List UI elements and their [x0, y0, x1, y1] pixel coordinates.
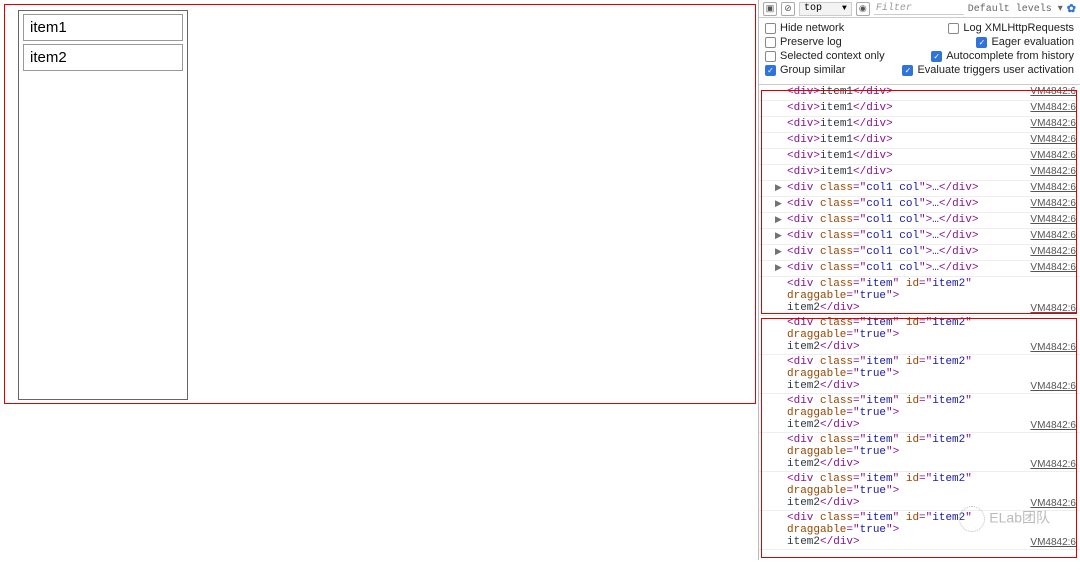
console-log-row[interactable]: ▶<div class="col1 col">…</div>VM4842:6 — [759, 213, 1080, 229]
console-log-row[interactable]: ▶<div class="col1 col">…</div>VM4842:6 — [759, 261, 1080, 277]
hide-network-checkbox[interactable]: Hide network — [765, 22, 844, 34]
log-source-link[interactable]: VM4842:6 — [1030, 150, 1076, 161]
element-picker-icon[interactable]: ▣ — [763, 2, 777, 16]
devtools-console: ▣ ⊘ top▼ ◉ Filter Default levels ▾ ✿ Hid… — [758, 0, 1080, 560]
log-source-link[interactable]: VM4842:6 — [1030, 246, 1076, 257]
console-log-row[interactable]: <div>item1</div>VM4842:6 — [759, 149, 1080, 165]
log-source-link[interactable]: VM4842:6 — [1030, 102, 1076, 113]
log-source-link[interactable]: VM4842:6 — [1030, 86, 1076, 97]
console-log-row[interactable]: <div class="item" id="item2" draggable="… — [759, 277, 1080, 316]
log-source-link[interactable]: VM4842:6 — [1030, 420, 1076, 431]
console-log-row[interactable]: <div class="item" id="item2" draggable="… — [759, 316, 1080, 355]
console-log-row[interactable]: <div class="item" id="item2" draggable="… — [759, 433, 1080, 472]
log-source-link[interactable]: VM4842:6 — [1030, 118, 1076, 129]
console-output[interactable]: <div>item1</div>VM4842:6<div>item1</div>… — [759, 85, 1080, 550]
log-xhr-checkbox[interactable]: Log XMLHttpRequests — [948, 22, 1074, 34]
console-log-row[interactable]: ▶<div class="col1 col">…</div>VM4842:6 — [759, 197, 1080, 213]
log-levels[interactable]: Default levels ▾ — [968, 3, 1063, 15]
console-log-row[interactable]: ▶<div class="col1 col">…</div>VM4842:6 — [759, 229, 1080, 245]
eye-icon[interactable]: ◉ — [856, 2, 870, 16]
log-source-link[interactable]: VM4842:6 — [1030, 214, 1076, 225]
log-source-link[interactable]: VM4842:6 — [1030, 262, 1076, 273]
console-log-row[interactable]: ▶<div class="col1 col">…</div>VM4842:6 — [759, 181, 1080, 197]
log-source-link[interactable]: VM4842:6 — [1030, 537, 1076, 548]
log-source-link[interactable]: VM4842:6 — [1030, 303, 1076, 314]
console-log-row[interactable]: <div>item1</div>VM4842:6 — [759, 165, 1080, 181]
console-log-row[interactable]: <div>item1</div>VM4842:6 — [759, 117, 1080, 133]
eval-triggers-checkbox[interactable]: ✓Evaluate triggers user activation — [902, 64, 1074, 76]
preserve-log-checkbox[interactable]: Preserve log — [765, 36, 842, 48]
console-log-row[interactable]: <div class="item" id="item2" draggable="… — [759, 511, 1080, 550]
log-source-link[interactable]: VM4842:6 — [1030, 459, 1076, 470]
console-log-row[interactable]: <div>item1</div>VM4842:6 — [759, 133, 1080, 149]
settings-gear-icon[interactable]: ✿ — [1067, 2, 1076, 16]
log-source-link[interactable]: VM4842:6 — [1030, 182, 1076, 193]
log-source-link[interactable]: VM4842:6 — [1030, 198, 1076, 209]
log-source-link[interactable]: VM4842:6 — [1030, 230, 1076, 241]
log-source-link[interactable]: VM4842:6 — [1030, 381, 1076, 392]
console-settings: Hide network Log XMLHttpRequests Preserv… — [759, 18, 1080, 85]
selected-context-checkbox[interactable]: Selected context only — [765, 50, 885, 62]
log-source-link[interactable]: VM4842:6 — [1030, 134, 1076, 145]
log-source-link[interactable]: VM4842:6 — [1030, 166, 1076, 177]
console-log-row[interactable]: <div class="item" id="item2" draggable="… — [759, 394, 1080, 433]
console-log-row[interactable]: <div>item1</div>VM4842:6 — [759, 101, 1080, 117]
context-selector[interactable]: top▼ — [799, 2, 852, 16]
draggable-item-1[interactable]: item1 — [23, 14, 183, 41]
console-log-row[interactable]: <div class="item" id="item2" draggable="… — [759, 355, 1080, 394]
log-source-link[interactable]: VM4842:6 — [1030, 342, 1076, 353]
clear-console-icon[interactable]: ⊘ — [781, 2, 795, 16]
console-log-row[interactable]: <div>item1</div>VM4842:6 — [759, 85, 1080, 101]
log-source-link[interactable]: VM4842:6 — [1030, 498, 1076, 509]
filter-input[interactable]: Filter — [874, 3, 964, 15]
console-toolbar: ▣ ⊘ top▼ ◉ Filter Default levels ▾ ✿ — [759, 0, 1080, 18]
group-similar-checkbox[interactable]: ✓Group similar — [765, 64, 845, 76]
eager-eval-checkbox[interactable]: ✓Eager evaluation — [976, 36, 1074, 48]
autocomplete-checkbox[interactable]: ✓Autocomplete from history — [931, 50, 1074, 62]
draggable-item-2[interactable]: item2 — [23, 44, 183, 71]
drop-container[interactable]: item1 item2 — [18, 10, 188, 400]
console-log-row[interactable]: ▶<div class="col1 col">…</div>VM4842:6 — [759, 245, 1080, 261]
console-log-row[interactable]: <div class="item" id="item2" draggable="… — [759, 472, 1080, 511]
